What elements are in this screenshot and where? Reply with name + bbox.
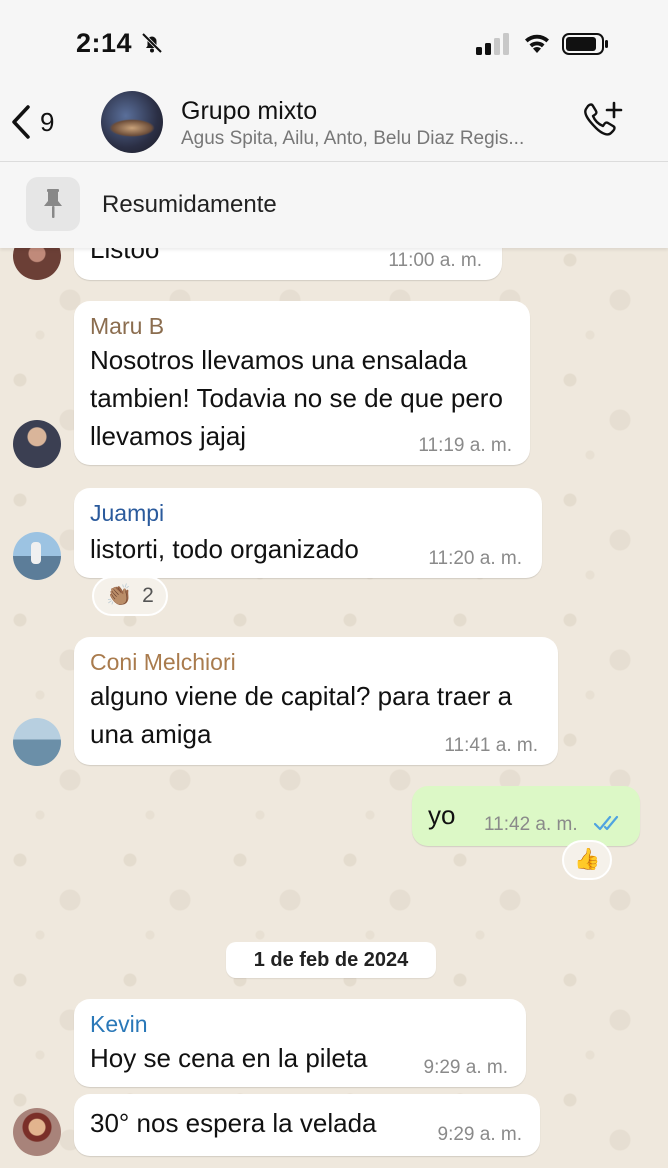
message-time: 11:42 a. m.	[484, 814, 578, 835]
unread-count: 9	[40, 106, 55, 137]
chat-header: 9 Grupo mixto Agus Spita, Ailu, Anto, Be…	[0, 80, 668, 162]
avatar[interactable]	[13, 718, 61, 766]
group-members[interactable]: Agus Spita, Ailu, Anto, Belu Diaz Regis.…	[181, 128, 524, 150]
message-time: 11:00 a. m.	[388, 250, 482, 271]
message-bubble[interactable]: Coni Melchiori alguno viene de capital? …	[74, 637, 558, 765]
avatar[interactable]	[13, 420, 61, 468]
message-time: 9:29 a. m.	[437, 1124, 523, 1145]
chat-messages: Listoo 11:00 a. m. Maru B Nosotros lleva…	[0, 248, 668, 1168]
message-text: 30° nos espera la velada	[90, 1108, 377, 1138]
pin-icon	[44, 189, 62, 218]
outgoing-message-bubble[interactable]: yo 11:42 a. m.	[412, 786, 640, 846]
message-bubble[interactable]: Maru B Nosotros llevamos una ensalada ta…	[74, 301, 530, 465]
battery-icon	[562, 33, 608, 55]
reaction-badge[interactable]: 👏🏽 2	[92, 576, 168, 616]
group-avatar[interactable]	[101, 91, 163, 153]
avatar[interactable]	[13, 1108, 61, 1156]
message-bubble[interactable]: Kevin Hoy se cena en la pileta 9:29 a. m…	[74, 999, 526, 1087]
status-bar: 2:14	[0, 0, 668, 80]
message-bubble[interactable]: 30° nos espera la velada 9:29 a. m.	[74, 1094, 540, 1156]
wifi-icon	[525, 34, 549, 53]
message-text: Listoo	[90, 248, 160, 264]
message-time: 9:29 a. m.	[423, 1057, 509, 1078]
message-bubble[interactable]: Listoo 11:00 a. m.	[74, 248, 502, 280]
avatar[interactable]	[13, 248, 61, 280]
message-text: Hoy se cena en la pileta	[90, 1043, 368, 1073]
chevron-left-icon	[12, 105, 30, 139]
back-button[interactable]: 9	[10, 104, 54, 140]
pin-icon-box	[26, 177, 80, 231]
signal-icon	[476, 33, 509, 55]
sender-name: Maru B	[90, 313, 165, 339]
bell-slash-icon	[141, 32, 163, 54]
sender-name: Kevin	[90, 1011, 148, 1037]
sender-name: Juampi	[90, 500, 165, 526]
reaction-badge[interactable]: 👍	[562, 840, 613, 880]
group-name[interactable]: Grupo mixto	[181, 97, 317, 126]
date-separator: 1 de feb de 2024	[226, 942, 436, 978]
status-time: 2:14	[76, 28, 133, 58]
add-call-icon[interactable]	[580, 100, 624, 144]
message-time: 11:20 a. m.	[428, 548, 522, 569]
pinned-message-text: Resumidamente	[102, 191, 277, 218]
message-time: 11:41 a. m.	[444, 735, 538, 756]
avatar[interactable]	[13, 532, 61, 580]
message-time: 11:19 a. m.	[418, 435, 512, 456]
message-bubble[interactable]: Juampi listorti, todo organizado 11:20 a…	[74, 488, 542, 578]
read-ticks-icon	[594, 815, 619, 831]
message-text: listorti, todo organizado	[90, 534, 359, 564]
thumbs-up-icon: 👍	[574, 848, 601, 871]
reaction-count: 2	[142, 584, 154, 607]
pinned-message-bar[interactable]: Resumidamente	[0, 162, 668, 248]
clap-icon: 👏🏽	[106, 584, 133, 607]
sender-name: Coni Melchiori	[90, 649, 236, 675]
message-text: yo	[428, 800, 456, 830]
